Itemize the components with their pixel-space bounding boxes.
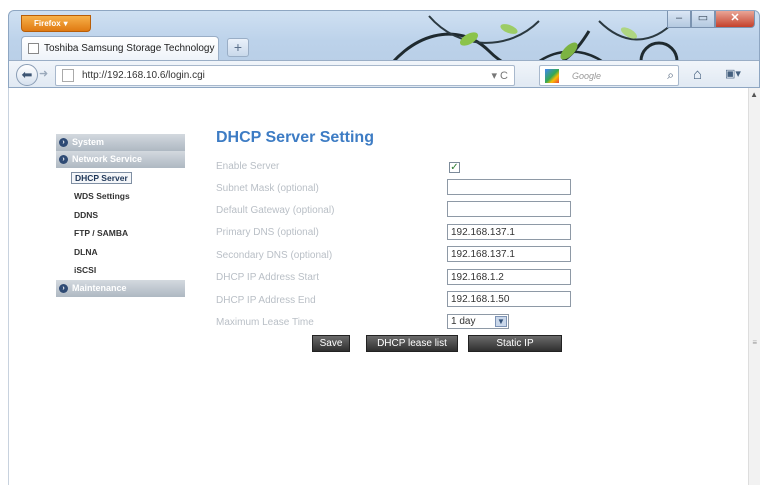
search-icon[interactable]: ⌕ (667, 68, 674, 83)
vertical-scrollbar[interactable]: ▲ ≡ (748, 88, 760, 485)
home-icon[interactable]: ⌂ (693, 66, 702, 83)
minimize-button[interactable]: – (667, 11, 691, 28)
label-secondary-dns: Secondary DNS (optional) (216, 250, 333, 261)
tab-active[interactable]: Toshiba Samsung Storage Technology (21, 36, 219, 60)
google-icon (545, 69, 559, 83)
default-gateway-input[interactable] (447, 201, 571, 217)
bookmarks-menu-icon[interactable]: ▣▾ (725, 67, 741, 80)
url-bar[interactable]: http://192.168.10.6/login.cgi ▾ C (55, 65, 515, 86)
chevron-down-icon[interactable]: ▼ (495, 316, 507, 327)
sidebar-section-system[interactable]: › System (56, 134, 185, 151)
sidebar-section-maintenance[interactable]: › Maintenance (56, 280, 185, 297)
search-bar[interactable]: Google ⌕ (539, 65, 679, 86)
navigation-bar: ⬅ ➜ http://192.168.10.6/login.cgi ▾ C Go… (9, 60, 759, 87)
close-button[interactable]: ✕ (715, 11, 755, 28)
page-title: DHCP Server Setting (216, 129, 374, 146)
save-button[interactable]: Save (312, 335, 350, 352)
tab-title: Toshiba Samsung Storage Technology (44, 43, 215, 54)
label-default-gateway: Default Gateway (optional) (216, 205, 335, 216)
page-viewport: ▲ ≡ › System › Network Service DHCP Serv… (8, 88, 760, 485)
primary-dns-input[interactable]: 192.168.137.1 (447, 224, 571, 240)
lease-time-select[interactable]: 1 day ▼ (447, 314, 509, 329)
page-identity-icon (62, 69, 74, 82)
forward-button[interactable]: ➜ (39, 67, 48, 80)
subnet-mask-input[interactable] (447, 179, 571, 195)
sidebar-item-wds-settings[interactable]: WDS Settings (74, 191, 130, 201)
label-dhcp-ip-start: DHCP IP Address Start (216, 272, 320, 283)
maximize-button[interactable]: ▭ (691, 11, 715, 28)
back-button[interactable]: ⬅ (16, 64, 38, 86)
secondary-dns-input[interactable]: 192.168.137.1 (447, 246, 571, 262)
bullet-icon: › (59, 138, 68, 147)
dhcp-ip-end-input[interactable]: 192.168.1.50 (447, 291, 571, 307)
label-primary-dns: Primary DNS (optional) (216, 227, 319, 238)
chevron-down-icon: ▾ (63, 19, 68, 28)
sidebar-item-iscsi[interactable]: iSCSI (74, 265, 96, 275)
sidebar-section-network-service[interactable]: › Network Service (56, 151, 185, 168)
scroll-grip-icon[interactable]: ≡ (752, 338, 757, 347)
sidebar-item-dhcp-server[interactable]: DHCP Server (71, 172, 132, 184)
bullet-icon: › (59, 155, 68, 164)
new-tab-button[interactable]: + (227, 38, 249, 57)
label-dhcp-ip-end: DHCP IP Address End (216, 295, 316, 306)
window-controls: – ▭ ✕ (667, 11, 755, 28)
sidebar-item-ftp-samba[interactable]: FTP / SAMBA (74, 228, 128, 238)
dhcp-ip-start-input[interactable]: 192.168.1.2 (447, 269, 571, 285)
label-enable-server: Enable Server (216, 161, 280, 172)
sidebar-item-ddns[interactable]: DDNS (74, 210, 98, 220)
reload-icon[interactable]: ▾ C (491, 69, 508, 82)
scroll-up-icon[interactable]: ▲ (750, 90, 758, 99)
static-ip-button[interactable]: Static IP (468, 335, 562, 352)
enable-server-checkbox[interactable]: ✓ (449, 162, 460, 173)
dhcp-lease-list-button[interactable]: DHCP lease list (366, 335, 458, 352)
label-max-lease-time: Maximum Lease Time (216, 317, 314, 328)
bullet-icon: › (59, 284, 68, 293)
sidebar-item-dlna[interactable]: DLNA (74, 247, 98, 257)
url-text: http://192.168.10.6/login.cgi (82, 70, 205, 81)
search-placeholder: Google (572, 71, 602, 81)
label-subnet-mask: Subnet Mask (optional) (216, 183, 319, 194)
page-icon (28, 43, 39, 54)
browser-window: Firefox ▾ – ▭ ✕ Toshiba Samsung Storage T… (8, 10, 760, 88)
firefox-menu-button[interactable]: Firefox ▾ (21, 15, 91, 32)
